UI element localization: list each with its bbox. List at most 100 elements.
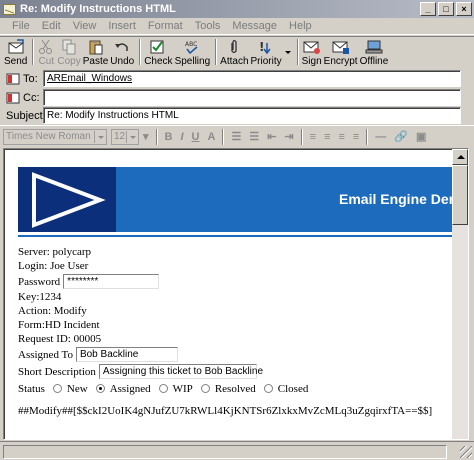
status-radio-resolved[interactable]	[200, 384, 210, 393]
instruction-form: Server: polycarp Login: Joe User Passwor…	[18, 245, 458, 397]
cc-button[interactable]: Cc:	[6, 92, 40, 104]
short-description-label: Short Description	[18, 365, 96, 378]
hyperlink-icon[interactable]: 🔗	[394, 130, 408, 143]
check-names-icon	[149, 39, 167, 55]
login-line: Login: Joe User	[18, 260, 89, 272]
resize-grip-icon[interactable]	[460, 446, 472, 458]
insert-picture-icon[interactable]: ▣	[416, 130, 426, 143]
increase-indent-icon[interactable]: ⇥	[284, 130, 293, 143]
copy-label: Copy	[57, 56, 81, 67]
status-radio-wip[interactable]	[158, 384, 168, 393]
encrypt-button[interactable]: Encrypt	[324, 37, 358, 67]
spelling-button[interactable]: ABC Spelling	[175, 37, 211, 67]
status-radio-new[interactable]	[52, 384, 62, 393]
font-name: Times New Roman	[6, 131, 91, 142]
sign-label: Sign	[301, 56, 322, 67]
play-triangle-icon	[32, 172, 106, 228]
font-color-icon[interactable]: A	[208, 131, 216, 143]
menu-format[interactable]: Format	[148, 20, 183, 32]
menu-edit[interactable]: Edit	[42, 20, 61, 32]
font-select[interactable]: Times New Roman	[3, 128, 107, 145]
cut-button[interactable]: Cut	[37, 37, 55, 67]
short-description-input[interactable]: Assigning this ticket to Bob Backline	[98, 364, 263, 379]
horizontal-line-icon[interactable]: —	[375, 131, 386, 143]
vertical-scrollbar[interactable]	[452, 149, 468, 439]
minimize-button[interactable]: _	[420, 2, 436, 16]
undo-button[interactable]: Undo	[110, 37, 134, 67]
priority-button[interactable]: ! Priority	[251, 37, 282, 67]
to-field[interactable]: AREmail_Windows	[43, 70, 461, 87]
sign-button[interactable]: Sign	[302, 37, 322, 67]
align-left-icon[interactable]: ≡	[310, 131, 316, 143]
menu-view[interactable]: View	[73, 20, 97, 32]
paste-button[interactable]: Paste	[83, 37, 108, 67]
to-recipient[interactable]: AREmail_Windows	[47, 73, 132, 84]
status-radio-assigned[interactable]	[95, 384, 105, 393]
font-size-select[interactable]: 12	[111, 128, 139, 145]
subject-value: Re: Modify Instructions HTML	[47, 110, 179, 121]
clipboard-icon	[87, 39, 105, 55]
toolbar: Send Cut Copy Paste Undo Check ABC Spell…	[0, 36, 474, 68]
priority-label: Priority	[250, 56, 282, 67]
menu-message[interactable]: Message	[232, 20, 277, 32]
menu-tools[interactable]: Tools	[195, 20, 221, 32]
priority-icon: !	[257, 39, 275, 55]
menu-bar: File Edit View Insert Format Tools Messa…	[0, 18, 474, 35]
scroll-up-arrow[interactable]	[452, 149, 468, 165]
italic-icon[interactable]: I	[180, 131, 183, 143]
server-line: Server: polycarp	[18, 246, 91, 258]
assigned-to-label: Assigned To	[18, 348, 73, 361]
status-label: Status	[18, 382, 45, 395]
assigned-to-input[interactable]: Bob Backline	[75, 347, 178, 362]
svg-text:ABC: ABC	[185, 41, 197, 48]
format-separator	[366, 128, 369, 145]
justify-icon[interactable]: ≡	[353, 131, 359, 143]
to-label: To:	[23, 72, 38, 85]
compose-window: Re: Modify Instructions HTML _ □ × File …	[0, 0, 474, 460]
send-button[interactable]: Send	[4, 37, 27, 67]
short-description-row: Short Description Assigning this ticket …	[18, 363, 458, 380]
align-right-icon[interactable]: ≡	[338, 131, 344, 143]
menu-file[interactable]: File	[12, 20, 30, 32]
decrease-indent-icon[interactable]: ⇤	[267, 130, 276, 143]
status-option-resolved: Resolved	[214, 382, 256, 395]
copy-button[interactable]: Copy	[57, 37, 81, 67]
banner-rule	[18, 235, 458, 237]
check-button[interactable]: Check	[144, 37, 173, 67]
close-button[interactable]: ×	[456, 2, 472, 16]
email-engine-banner: Email Engine Den	[18, 167, 458, 232]
to-button[interactable]: To:	[6, 73, 38, 85]
svg-text:!: !	[259, 40, 264, 54]
address-book-icon	[6, 73, 20, 85]
menu-insert[interactable]: Insert	[108, 20, 136, 32]
toolbar-separator	[296, 39, 299, 65]
window-controls: _ □ ×	[420, 2, 474, 16]
offline-button[interactable]: Offline	[360, 37, 388, 67]
paragraph-style-icon[interactable]: ▾	[143, 130, 149, 143]
status-radio-closed[interactable]	[263, 384, 273, 393]
numbered-list-icon[interactable]: ☰	[231, 130, 241, 143]
format-toolbar: Times New Roman 12 ▾ B I U A ☰ ☰ ⇤ ⇥ ≡ ≡…	[0, 125, 474, 147]
format-separator	[222, 128, 225, 145]
password-input[interactable]: ********	[63, 274, 160, 289]
scroll-thumb[interactable]	[452, 165, 468, 225]
attach-button[interactable]: Attach	[220, 37, 249, 67]
undo-arrow-icon	[113, 39, 131, 55]
priority-dropdown[interactable]	[284, 37, 292, 67]
align-center-icon[interactable]: ≡	[324, 131, 330, 143]
message-body[interactable]: Email Engine Den Server: polycarp Login:…	[3, 148, 469, 440]
sign-envelope-icon	[303, 39, 321, 55]
dropdown-arrow-icon	[94, 130, 105, 143]
bullet-list-icon[interactable]: ☰	[249, 130, 259, 143]
spelling-icon: ABC	[183, 39, 201, 55]
cc-field[interactable]	[43, 89, 461, 106]
status-bar	[0, 441, 474, 460]
underline-icon[interactable]: U	[192, 131, 200, 143]
subject-field[interactable]: Re: Modify Instructions HTML	[43, 107, 461, 124]
menu-help[interactable]: Help	[289, 20, 312, 32]
title-bar[interactable]: Re: Modify Instructions HTML _ □ ×	[0, 0, 474, 18]
maximize-button[interactable]: □	[438, 2, 454, 16]
paperclip-icon	[225, 39, 243, 55]
bold-icon[interactable]: B	[165, 131, 173, 143]
status-option-wip: WIP	[172, 382, 193, 395]
